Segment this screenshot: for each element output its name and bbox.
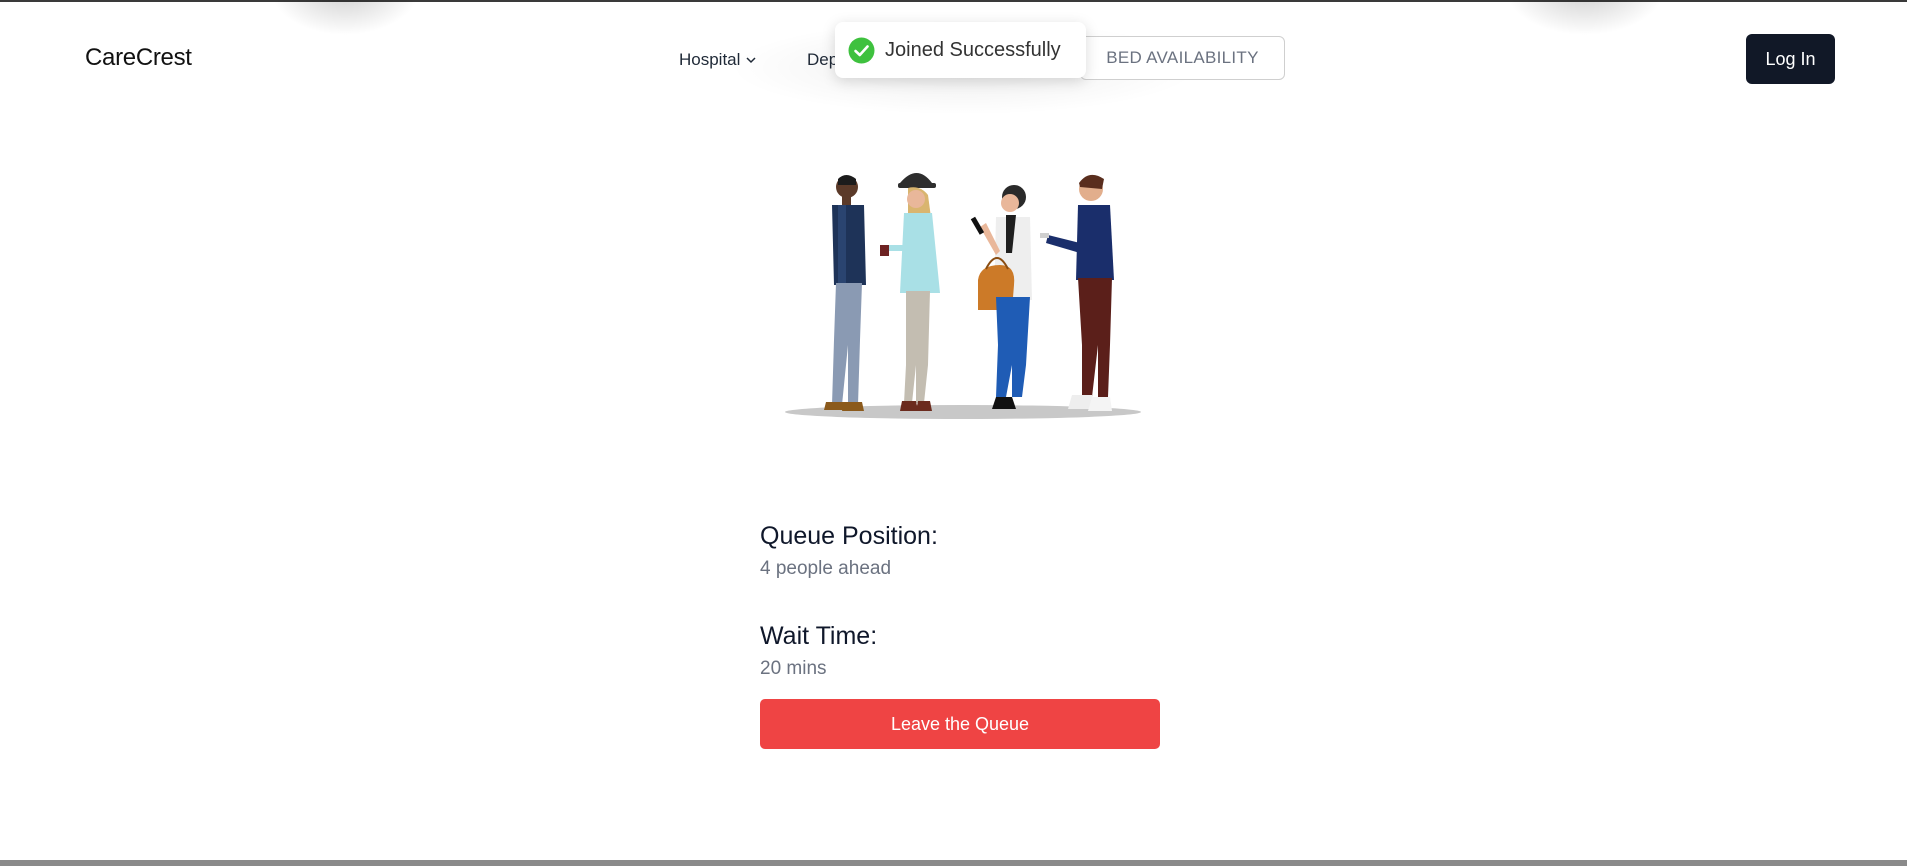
nav-hospital-dropdown[interactable]: Hospital bbox=[679, 50, 756, 70]
toast-message: Joined Successfully bbox=[885, 38, 1061, 61]
wait-time-title: Wait Time: bbox=[760, 622, 878, 650]
person-1-figure bbox=[824, 175, 866, 411]
person-4-figure bbox=[1040, 174, 1114, 411]
person-3-figure bbox=[970, 185, 1032, 409]
bottom-border bbox=[0, 860, 1907, 866]
bed-availability-button[interactable]: BED AVAILABILITY bbox=[1080, 36, 1285, 80]
wait-time-value: 20 mins bbox=[760, 658, 827, 679]
login-button[interactable]: Log In bbox=[1746, 34, 1835, 84]
people-in-queue-illustration bbox=[785, 173, 1141, 419]
brand-logo[interactable]: CareCrest bbox=[85, 44, 192, 72]
success-toast: Joined Successfully bbox=[835, 22, 1086, 78]
leave-queue-button[interactable]: Leave the Queue bbox=[760, 699, 1160, 749]
queue-position-value: 4 people ahead bbox=[760, 558, 892, 579]
person-2-figure bbox=[880, 173, 940, 411]
check-circle-icon bbox=[848, 37, 875, 63]
nav-hospital-label: Hospital bbox=[679, 50, 741, 69]
chevron-down-icon bbox=[746, 56, 756, 63]
queue-position-title: Queue Position: bbox=[760, 522, 938, 550]
nav-departments[interactable]: Dep bbox=[807, 50, 838, 70]
